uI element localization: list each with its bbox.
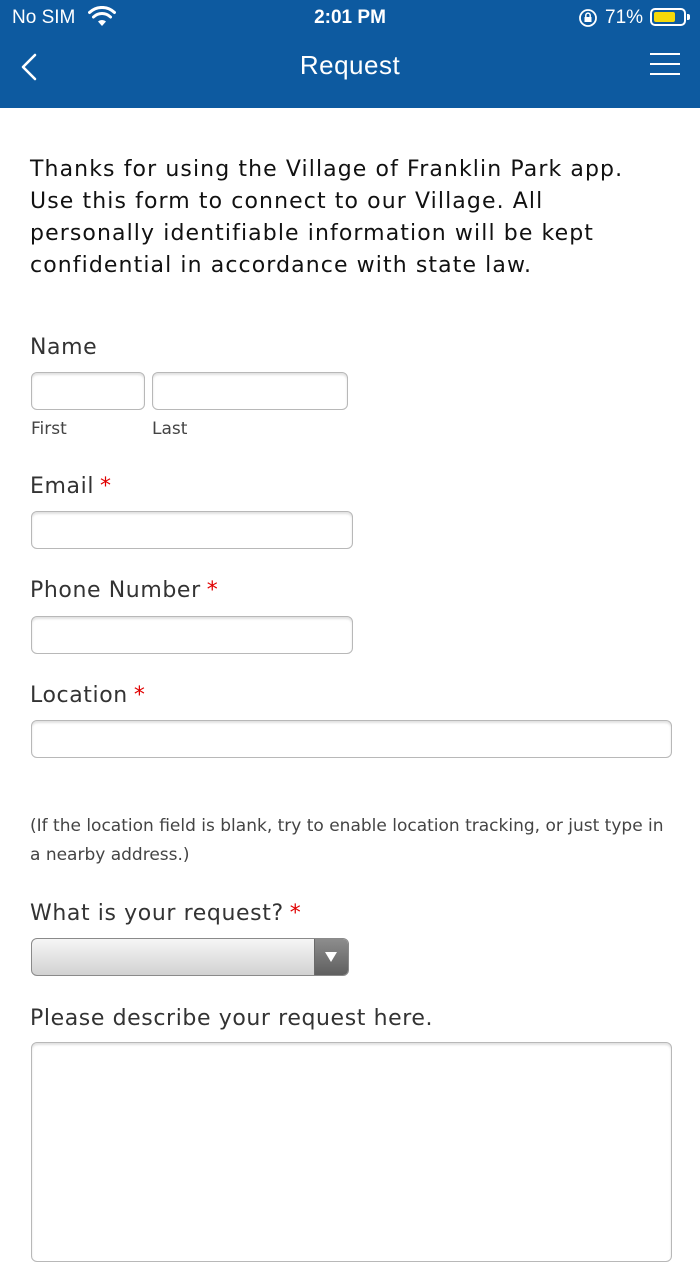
triangle-down-icon <box>325 952 337 962</box>
phone-label: Phone Number <box>30 578 201 603</box>
email-label: Email <box>30 474 95 499</box>
required-marker: * <box>206 578 219 603</box>
status-bar: No SIM 2:01 PM 71% <box>0 0 700 36</box>
top-bar: No SIM 2:01 PM 71% Request <box>0 0 700 108</box>
location-label: Location <box>30 683 128 708</box>
first-name-input[interactable] <box>31 372 145 410</box>
location-hint: (If the location field is blank, try to … <box>30 816 664 865</box>
phone-field[interactable] <box>31 616 353 654</box>
dropdown-arrow-button[interactable] <box>314 939 348 975</box>
description-textarea[interactable] <box>31 1042 672 1262</box>
required-marker: * <box>133 683 146 708</box>
required-marker: * <box>100 474 112 499</box>
location-field[interactable] <box>31 720 672 758</box>
description-label: Please describe your request here. <box>30 1006 434 1031</box>
first-name-sublabel: First <box>31 419 67 439</box>
request-type-label: What is your request? <box>30 901 284 926</box>
orientation-lock-icon <box>579 9 597 27</box>
battery-percent: 71% <box>605 7 644 28</box>
email-label-row: Email * <box>30 474 112 499</box>
phone-label-row: Phone Number * <box>30 578 218 603</box>
name-label: Name <box>30 335 98 360</box>
request-type-label-row: What is your request? * <box>30 901 301 926</box>
page-title: Request <box>299 50 401 80</box>
location-label-row: Location * <box>30 683 145 708</box>
hamburger-menu-icon[interactable] <box>650 53 680 77</box>
last-name-sublabel: Last <box>152 419 188 439</box>
battery-fill <box>654 12 675 22</box>
required-marker: * <box>289 901 302 926</box>
battery-icon <box>650 8 690 26</box>
last-name-input[interactable] <box>152 372 348 410</box>
email-field[interactable] <box>31 511 353 549</box>
request-type-select[interactable] <box>31 938 349 976</box>
intro-text: Thanks for using the Village of Franklin… <box>30 157 624 278</box>
